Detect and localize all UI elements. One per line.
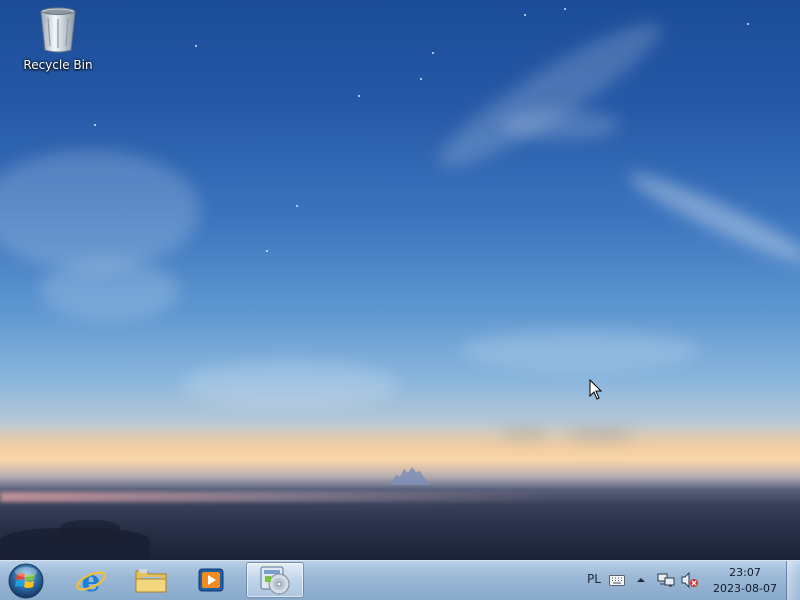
mouse-pointer-icon bbox=[589, 379, 603, 400]
windows-logo-icon bbox=[8, 563, 44, 599]
recycle-bin-icon bbox=[40, 7, 76, 53]
wallpaper-star bbox=[358, 95, 360, 97]
wallpaper-cloud bbox=[426, 4, 674, 186]
wallpaper-star bbox=[195, 45, 197, 47]
wallpaper-star bbox=[420, 78, 422, 80]
wallpaper-cloud bbox=[180, 360, 400, 410]
desktop-background bbox=[0, 0, 800, 560]
clock-date: 2023-08-07 bbox=[713, 582, 777, 595]
taskbar-app-media-player[interactable] bbox=[182, 562, 240, 598]
show-hidden-icons-arrow[interactable] bbox=[636, 575, 646, 585]
taskbar-app-internet-explorer[interactable]: e bbox=[62, 562, 120, 598]
wallpaper-star bbox=[432, 52, 434, 54]
wallpaper-cloud bbox=[40, 260, 180, 320]
taskbar-app-windows-explorer[interactable] bbox=[122, 562, 180, 598]
taskbar-clock[interactable]: 23:07 2023-08-07 bbox=[708, 565, 782, 597]
wallpaper-sea-shine bbox=[0, 492, 560, 502]
keyboard-icon[interactable] bbox=[609, 575, 625, 586]
wallpaper-cloud bbox=[0, 150, 200, 270]
wallpaper-rocks bbox=[60, 520, 120, 540]
wallpaper-star bbox=[94, 124, 96, 126]
wallpaper-star bbox=[747, 23, 749, 25]
taskbar-app-setup[interactable] bbox=[246, 562, 304, 598]
internet-explorer-icon: e bbox=[76, 564, 106, 596]
wallpaper-star bbox=[266, 250, 268, 252]
taskbar: e PL 23:07 2023-08-07 bbox=[0, 560, 800, 600]
wallpaper-cloud bbox=[623, 163, 800, 273]
desktop-icon-label: Recycle Bin bbox=[23, 58, 93, 72]
wallpaper-island bbox=[390, 467, 430, 485]
language-indicator[interactable]: PL bbox=[587, 572, 601, 586]
desktop-icon-recycle-bin[interactable]: Recycle Bin bbox=[22, 6, 94, 76]
folder-icon bbox=[135, 569, 167, 593]
media-player-icon bbox=[198, 568, 224, 592]
wallpaper-star bbox=[564, 8, 566, 10]
clock-time: 23:07 bbox=[729, 566, 761, 579]
svg-text:e: e bbox=[81, 564, 100, 596]
wallpaper-cloud bbox=[460, 330, 700, 370]
wallpaper-star bbox=[524, 14, 526, 16]
setup-disc-icon bbox=[260, 566, 290, 595]
network-icon[interactable] bbox=[657, 572, 675, 588]
start-button[interactable] bbox=[4, 562, 48, 600]
wallpaper-star bbox=[296, 205, 298, 207]
show-desktop-button[interactable] bbox=[786, 561, 800, 600]
volume-muted-icon[interactable] bbox=[681, 572, 699, 588]
wallpaper-cloud bbox=[500, 110, 620, 140]
